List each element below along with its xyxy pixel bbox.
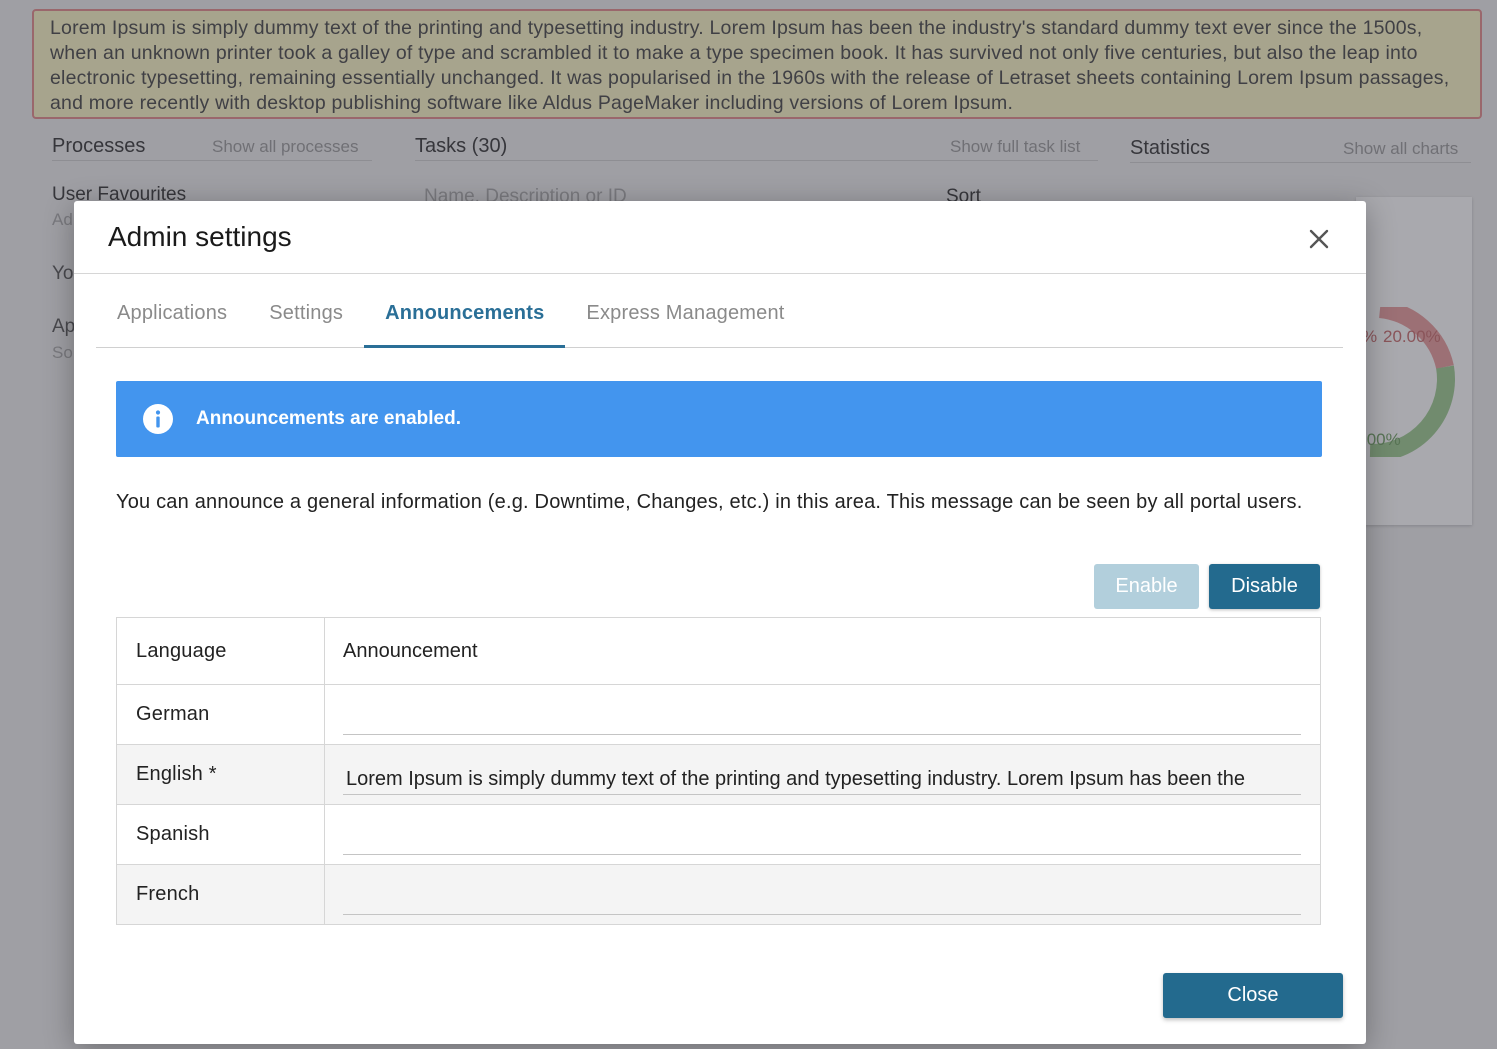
- status-banner-text: Announcements are enabled.: [196, 408, 462, 429]
- language-label: Spanish: [116, 804, 325, 865]
- close-icon[interactable]: [1304, 221, 1334, 255]
- language-label: German: [116, 684, 325, 745]
- column-header-language: Language: [116, 617, 325, 685]
- table-row: French: [116, 864, 1321, 925]
- info-circle-icon: [143, 404, 173, 434]
- enable-button[interactable]: Enable: [1094, 564, 1199, 609]
- column-header-announcement: Announcement: [324, 617, 1321, 685]
- tab-applications[interactable]: Applications: [96, 274, 248, 347]
- dialog-title: Admin settings: [108, 221, 292, 252]
- announcement-input-french[interactable]: [343, 874, 1301, 915]
- tab-announcements[interactable]: Announcements: [364, 274, 566, 348]
- announcement-description: You can announce a general information (…: [116, 491, 1303, 513]
- close-button[interactable]: Close: [1163, 973, 1343, 1018]
- announcement-input-german[interactable]: [343, 694, 1301, 735]
- language-label: French: [116, 864, 325, 925]
- table-header-row: Language Announcement: [116, 617, 1321, 685]
- table-row: Spanish: [116, 804, 1321, 865]
- table-row: English *: [116, 744, 1321, 805]
- tab-express-management[interactable]: Express Management: [565, 274, 805, 347]
- announcement-input-english[interactable]: [343, 754, 1301, 795]
- disable-button[interactable]: Disable: [1209, 564, 1320, 609]
- announcement-input-spanish[interactable]: [343, 814, 1301, 855]
- announcement-table: Language Announcement German English * S…: [116, 617, 1321, 925]
- status-banner: Announcements are enabled.: [116, 381, 1322, 457]
- table-row: German: [116, 684, 1321, 745]
- language-label: English *: [116, 744, 325, 805]
- tab-settings[interactable]: Settings: [248, 274, 364, 347]
- tab-bar: Applications Settings Announcements Expr…: [96, 274, 1343, 348]
- admin-settings-dialog: Admin settings Applications Settings Ann…: [74, 201, 1366, 1044]
